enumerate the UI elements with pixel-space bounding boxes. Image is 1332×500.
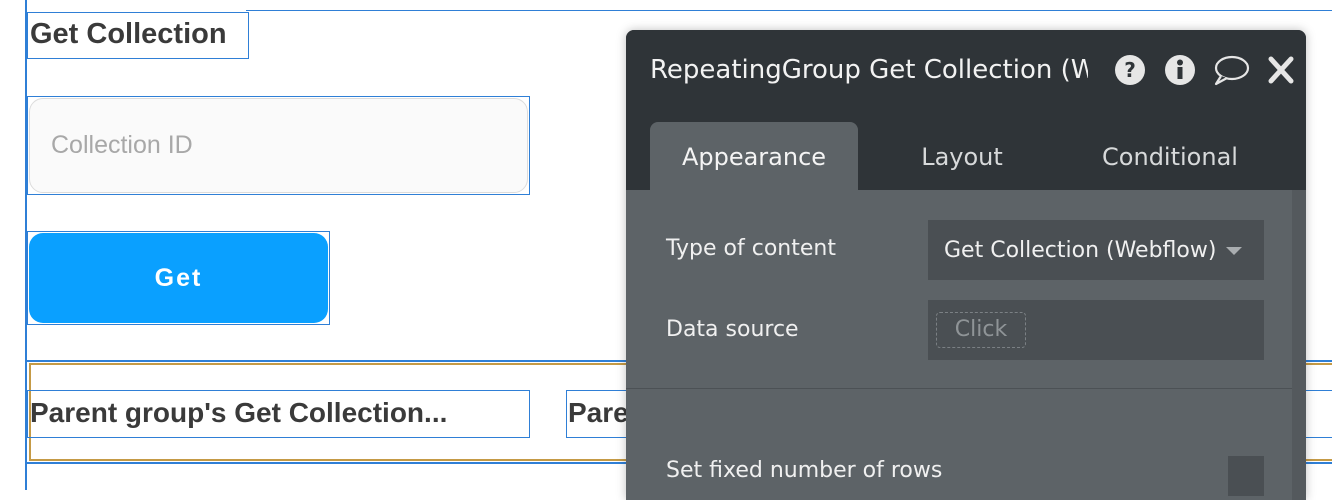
tab-layout[interactable]: Layout [882, 122, 1042, 190]
page-title[interactable]: Get Collection [30, 14, 227, 54]
panel-scrollbar[interactable] [1292, 190, 1306, 500]
property-editor-panel[interactable]: RepeatingGroup Get Collection (W ? Appea… [626, 30, 1306, 500]
canvas-top-guide [246, 10, 1332, 11]
data-source-click-chip[interactable]: Click [936, 312, 1026, 348]
fixed-rows-checkbox[interactable] [1228, 456, 1264, 496]
close-icon[interactable] [1266, 54, 1296, 86]
type-of-content-label: Type of content [666, 236, 836, 261]
info-icon[interactable] [1164, 54, 1196, 86]
data-source-field[interactable]: Click [928, 300, 1264, 360]
type-of-content-value: Get Collection (Webflow) [944, 238, 1217, 263]
question-icon[interactable]: ? [1114, 54, 1146, 86]
tab-conditional[interactable]: Conditional [1074, 122, 1266, 190]
comment-icon[interactable] [1212, 54, 1250, 86]
panel-title: RepeatingGroup Get Collection (W [650, 55, 1088, 85]
fixed-rows-label: Set fixed number of rows [666, 458, 943, 483]
group-cell-1-text[interactable]: Parent group's Get Collection... [30, 391, 528, 435]
chevron-down-icon [1226, 247, 1242, 255]
tab-appearance[interactable]: Appearance [650, 122, 858, 190]
svg-text:?: ? [1124, 58, 1136, 82]
get-button[interactable]: Get [29, 233, 328, 323]
panel-tabs: Appearance Layout Conditional [626, 110, 1306, 190]
panel-header[interactable]: RepeatingGroup Get Collection (W ? [626, 30, 1306, 110]
collection-id-input[interactable]: Collection ID [29, 98, 528, 193]
type-of-content-dropdown[interactable]: Get Collection (Webflow) [928, 220, 1264, 280]
data-source-label: Data source [666, 317, 799, 342]
section-divider [626, 388, 1292, 389]
